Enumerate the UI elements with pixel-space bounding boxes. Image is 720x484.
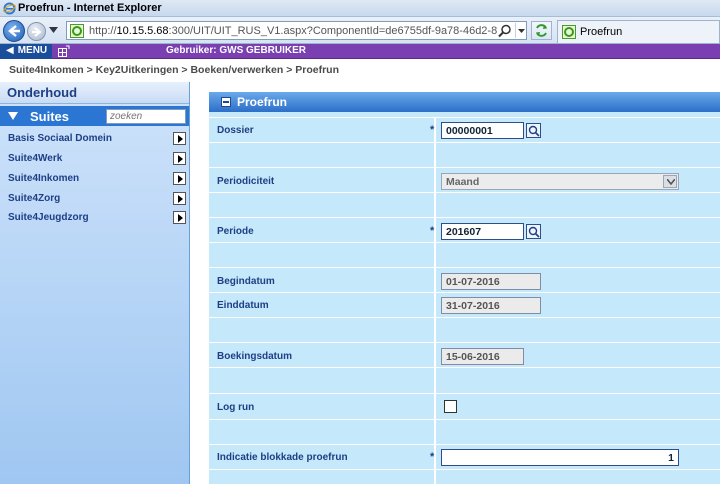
breadcrumb[interactable]: Suite4Inkomen > Key2Uitkeringen > Boeken…: [9, 64, 339, 76]
suites-search-input[interactable]: [106, 109, 186, 124]
new-window-icon[interactable]: [58, 45, 70, 57]
chevron-down-icon[interactable]: [663, 175, 677, 188]
blokkade-input[interactable]: 1: [441, 449, 679, 466]
form-row-einddatum: Einddatum 31-07-2016: [209, 292, 720, 317]
dossier-label: Dossier: [217, 125, 254, 136]
sidebar-item-suite4zorg[interactable]: Suite4Zorg: [0, 190, 189, 209]
sidebar-item-basis-sociaal-domein[interactable]: Basis Sociaal Domein: [0, 130, 189, 149]
sidebar-header-label: Onderhoud: [7, 85, 78, 100]
form-row-dossier: Dossier * 00000001: [209, 117, 720, 142]
log-run-label: Log run: [217, 402, 255, 413]
periodiciteit-label: Periodiciteit: [217, 176, 275, 187]
menu-button[interactable]: ◀ MENU: [0, 44, 52, 59]
sidebar-item-label: Suite4Werk: [8, 153, 63, 164]
form-row-spacer: [209, 469, 720, 484]
panel-title: Proefrun: [237, 95, 288, 109]
form-row-spacer: [209, 142, 720, 167]
collapse-panel-icon[interactable]: [221, 97, 231, 107]
dossier-lookup-button[interactable]: [526, 123, 541, 138]
expand-arrow-icon[interactable]: [173, 211, 186, 224]
site-favicon-icon: [70, 24, 84, 38]
window-titlebar: Proefrun - Internet Explorer: [0, 0, 720, 17]
periode-input[interactable]: 201607: [441, 223, 524, 240]
sidebar-item-suite4jeugdzorg[interactable]: Suite4Jeugdzorg: [0, 209, 189, 228]
periodiciteit-select[interactable]: Maand: [441, 173, 679, 190]
begindatum-label: Begindatum: [217, 276, 275, 287]
periode-lookup-button[interactable]: [526, 224, 541, 239]
expand-arrow-icon[interactable]: [173, 152, 186, 165]
user-label: Gebruiker: GWS GEBRUIKER: [166, 45, 307, 56]
form-row-blokkade: Indicatie blokkade proefrun * 1: [209, 444, 720, 469]
periode-label: Periode: [217, 226, 254, 237]
log-run-checkbox[interactable]: [444, 400, 457, 413]
app-header: ◀ MENU Gebruiker: GWS GEBRUIKER: [0, 44, 720, 59]
form-row-spacer: [209, 419, 720, 444]
sidebar-item-label: Suite4Inkomen: [8, 173, 80, 184]
window-title: Proefrun - Internet Explorer: [18, 2, 162, 14]
address-dropdown-icon[interactable]: [515, 23, 526, 38]
sidebar-item-label: Suite4Jeugdzorg: [8, 212, 89, 223]
expand-arrow-icon[interactable]: [173, 192, 186, 205]
required-marker: *: [430, 451, 435, 463]
suites-label: Suites: [30, 109, 70, 124]
form-row-spacer: [209, 317, 720, 342]
dossier-input[interactable]: 00000001: [441, 122, 524, 139]
back-button[interactable]: [3, 20, 25, 42]
form-row-begindatum: Begindatum 01-07-2016: [209, 267, 720, 292]
form-row-boekingsdatum: Boekingsdatum 15-06-2016: [209, 342, 720, 367]
browser-navbar: http://10.15.5.68:300/UIT/UIT_RUS_V1.asp…: [0, 17, 720, 44]
required-marker: *: [430, 225, 435, 237]
suites-section-header[interactable]: Suites: [0, 106, 189, 126]
einddatum-label: Einddatum: [217, 300, 269, 311]
form-row-log-run: Log run: [209, 393, 720, 419]
address-bar[interactable]: http://10.15.5.68:300/UIT/UIT_RUS_V1.asp…: [66, 21, 527, 40]
boekingsdatum-field: 15-06-2016: [441, 348, 524, 365]
form-row-periodiciteit: Periodiciteit Maand: [209, 167, 720, 192]
browser-tab[interactable]: Proefrun: [557, 20, 720, 43]
sidebar: Onderhoud Suites Basis Sociaal Domein Su…: [0, 82, 190, 484]
search-icon[interactable]: [498, 24, 512, 38]
panel-header: Proefrun: [209, 92, 720, 112]
form-row-spacer: [209, 192, 720, 217]
collapse-triangle-icon[interactable]: [8, 112, 18, 120]
history-dropdown-icon[interactable]: [49, 26, 58, 34]
begindatum-field: 01-07-2016: [441, 273, 541, 290]
internet-explorer-icon: [3, 2, 16, 15]
form-row-spacer: [209, 242, 720, 267]
magnifier-icon: [528, 226, 540, 238]
tab-title: Proefrun: [580, 26, 623, 38]
refresh-button[interactable]: [531, 21, 552, 40]
menu-arrow-icon: ◀: [6, 45, 14, 56]
magnifier-icon: [528, 125, 540, 137]
form-row-periode: Periode * 201607: [209, 217, 720, 242]
sidebar-item-suite4inkomen[interactable]: Suite4Inkomen: [0, 170, 189, 189]
arrow-right-icon: [32, 27, 42, 37]
sidebar-item-suite4werk[interactable]: Suite4Werk: [0, 150, 189, 169]
expand-arrow-icon[interactable]: [173, 132, 186, 145]
form-row-spacer: [209, 367, 720, 393]
refresh-icon: [536, 24, 547, 37]
tab-favicon-icon: [562, 25, 576, 39]
sidebar-header[interactable]: Onderhoud: [0, 82, 189, 104]
forward-button[interactable]: [27, 22, 46, 41]
sidebar-item-label: Basis Sociaal Domein: [8, 133, 112, 144]
proefrun-panel: Proefrun Dossier * 00000001 Periodicitei…: [209, 92, 720, 484]
url-text[interactable]: http://10.15.5.68:300/UIT/UIT_RUS_V1.asp…: [89, 25, 497, 37]
boekingsdatum-label: Boekingsdatum: [217, 351, 293, 362]
einddatum-field: 31-07-2016: [441, 297, 541, 314]
blokkade-label: Indicatie blokkade proefrun: [217, 452, 348, 463]
sidebar-item-label: Suite4Zorg: [8, 193, 61, 204]
expand-arrow-icon[interactable]: [173, 172, 186, 185]
arrow-left-icon: [8, 25, 20, 37]
required-marker: *: [430, 124, 435, 136]
